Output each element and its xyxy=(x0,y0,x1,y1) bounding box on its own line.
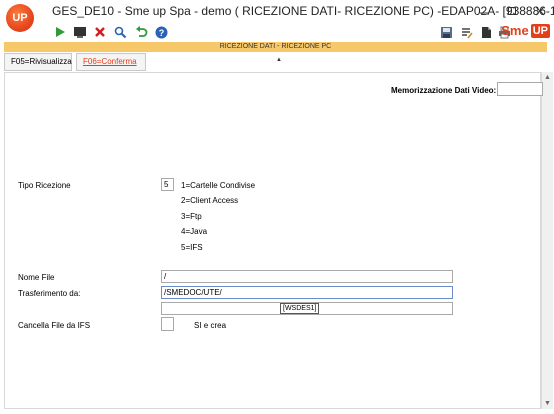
nome-file-input[interactable]: / xyxy=(161,270,453,283)
cancella-ifs-input[interactable] xyxy=(161,317,174,331)
toolbar: ? Sme UP xyxy=(0,22,554,42)
title-bar: UP GES_DE10 - Sme up Spa - demo ( RICEZI… xyxy=(0,0,554,32)
undo-icon[interactable] xyxy=(133,24,149,40)
option-client-access: 2=Client Access xyxy=(181,196,239,205)
page-header-bar: RICEZIONE DATI - RICEZIONE PC xyxy=(4,42,547,52)
collapse-arrow-icon[interactable]: ▲ xyxy=(276,57,282,63)
help-icon[interactable]: ? xyxy=(153,24,169,40)
vertical-scrollbar[interactable]: ▲ ▼ xyxy=(541,72,553,409)
field-tooltip: [WSDES1] xyxy=(280,303,320,314)
smeup-brand: Sme UP xyxy=(501,23,550,38)
trasferimento-label: Trasferimento da: xyxy=(18,289,81,298)
trasferimento-input[interactable]: /SMEDOC/UTE/ xyxy=(161,286,453,299)
smeup-logo: UP xyxy=(6,4,34,32)
cancel-icon[interactable] xyxy=(92,24,108,40)
option-cartelle: 1=Cartelle Condivise xyxy=(181,181,256,190)
edit-icon[interactable] xyxy=(458,24,474,40)
window-controls xyxy=(470,0,554,22)
minimize-icon[interactable] xyxy=(470,0,498,22)
option-ifs: 5=IFS xyxy=(181,243,203,252)
scroll-up-icon[interactable]: ▲ xyxy=(542,72,553,83)
tipo-ricezione-label: Tipo Ricezione xyxy=(18,181,71,190)
cancella-ifs-label: Cancella File da IFS xyxy=(18,321,91,330)
option-ftp: 3=Ftp xyxy=(181,212,202,221)
document-icon[interactable] xyxy=(478,24,494,40)
terminal-icon[interactable] xyxy=(72,24,88,40)
memo-input[interactable] xyxy=(497,82,543,96)
brand-up-text: UP xyxy=(530,23,550,38)
tipo-ricezione-input[interactable]: 5 xyxy=(161,178,174,191)
f05-refresh-button[interactable]: F05=Rivisualizza xyxy=(4,53,72,71)
option-java: 4=Java xyxy=(181,227,208,236)
search-icon[interactable] xyxy=(112,24,128,40)
scroll-down-icon[interactable]: ▼ xyxy=(542,398,553,409)
play-icon[interactable] xyxy=(52,24,68,40)
nome-file-label: Nome File xyxy=(18,273,55,282)
main-form-panel xyxy=(4,72,541,409)
close-icon[interactable] xyxy=(526,0,554,22)
svg-text:?: ? xyxy=(158,28,164,38)
cancella-hint: SI e crea xyxy=(194,321,227,330)
save-icon[interactable] xyxy=(438,24,454,40)
f06-confirm-button[interactable]: F06=Conferma xyxy=(76,53,146,71)
brand-sme-text: Sme xyxy=(501,23,529,38)
memo-label: Memorizzazione Dati Video: xyxy=(391,86,497,95)
maximize-icon[interactable] xyxy=(498,0,526,22)
